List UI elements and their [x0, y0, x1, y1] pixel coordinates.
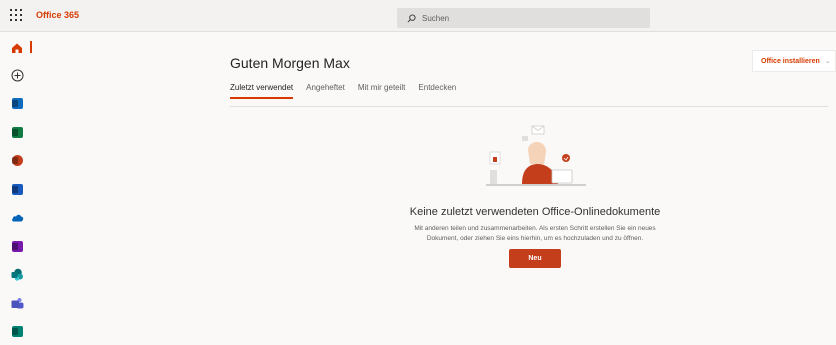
search-input[interactable]: Suchen [397, 8, 650, 28]
app-launcher-icon[interactable] [10, 9, 24, 23]
rail-excel[interactable] [9, 124, 25, 140]
left-rail [0, 32, 34, 345]
empty-state-description-line-2: Dokument, oder ziehen Sie eins hierhin, … [426, 235, 644, 242]
page-title: Guten Morgen Max [230, 55, 350, 71]
install-office-button[interactable]: Office installieren ⌄ [752, 50, 836, 72]
empty-state-description: Mit anderen teilen und zusammenarbeiten.… [380, 224, 690, 244]
rail-powerpoint[interactable] [9, 152, 25, 168]
rail-sharepoint[interactable] [9, 266, 25, 282]
brand-title[interactable]: Office 365 [36, 10, 79, 20]
onenote-icon [11, 240, 23, 252]
powerpoint-icon [11, 154, 23, 166]
empty-state-illustration [486, 125, 586, 186]
tab-bar: Zuletzt verwendet Angeheftet Mit mir get… [230, 83, 456, 99]
tab-recent[interactable]: Zuletzt verwendet [230, 83, 294, 99]
chevron-down-icon: ⌄ [824, 58, 831, 65]
search-icon [407, 13, 416, 22]
rail-onedrive[interactable] [9, 209, 25, 225]
sharepoint-icon [11, 268, 23, 281]
tab-pinned[interactable]: Angeheftet [306, 83, 345, 99]
empty-state-title: Keine zuletzt verwendeten Office-Onlined… [409, 206, 661, 218]
home-icon [12, 43, 22, 53]
install-office-label: Office installieren [761, 57, 820, 65]
rail-word[interactable] [9, 181, 25, 197]
rail-teams[interactable] [9, 295, 25, 311]
excel-icon [11, 126, 23, 138]
active-indicator [30, 41, 32, 53]
rail-onenote[interactable] [9, 238, 25, 254]
tab-shared-with-me[interactable]: Mit mir geteilt [358, 83, 406, 99]
sway-icon [11, 325, 23, 337]
top-bar: Office 365 Suchen [0, 0, 836, 32]
rail-sway[interactable] [9, 323, 25, 339]
onedrive-icon [11, 214, 23, 221]
outlook-icon [11, 97, 23, 109]
empty-state-description-line-1: Mit anderen teilen und zusammenarbeiten.… [414, 225, 656, 232]
tab-discover[interactable]: Entdecken [418, 83, 456, 99]
rail-home[interactable] [9, 40, 25, 56]
tab-divider [230, 106, 828, 107]
rail-outlook[interactable] [9, 95, 25, 111]
rail-create[interactable] [9, 67, 25, 83]
new-document-button[interactable]: Neu [509, 249, 561, 268]
plus-circle-icon [11, 69, 23, 81]
search-placeholder: Suchen [422, 13, 450, 23]
teams-icon [11, 297, 23, 308]
word-icon [11, 183, 23, 195]
